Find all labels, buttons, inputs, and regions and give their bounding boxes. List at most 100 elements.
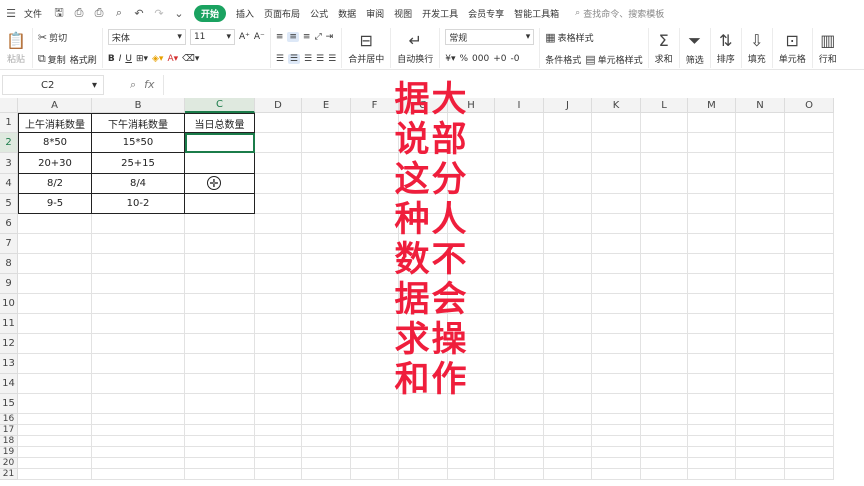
cell-B4[interactable]: 8/4 (92, 174, 185, 194)
column-header-A[interactable]: A (18, 98, 92, 113)
tab-formulas[interactable]: 公式 (310, 7, 328, 20)
cell-I11[interactable] (495, 314, 544, 334)
cell-H17[interactable] (448, 425, 495, 436)
cell-H20[interactable] (448, 458, 495, 469)
cell-H18[interactable] (448, 436, 495, 447)
cell-J3[interactable] (544, 153, 592, 174)
cell-E11[interactable] (302, 314, 351, 334)
cell-N11[interactable] (736, 314, 785, 334)
cell-F2[interactable] (351, 133, 399, 153)
italic-button[interactable]: I (119, 54, 122, 64)
row-header-7[interactable]: 7 (0, 234, 18, 254)
cell-A3[interactable]: 20+30 (18, 153, 92, 174)
cell-C11[interactable] (185, 314, 255, 334)
font-size-select[interactable]: 11 ▾ (189, 29, 235, 45)
zoom-icon[interactable]: ⌕ (130, 78, 136, 92)
column-header-J[interactable]: J (544, 98, 592, 113)
row-header-11[interactable]: 11 (0, 314, 18, 334)
tab-review[interactable]: 审阅 (366, 7, 384, 20)
cell-M14[interactable] (688, 374, 736, 394)
cell-E12[interactable] (302, 334, 351, 354)
cell-E14[interactable] (302, 374, 351, 394)
quick-access-more-icon[interactable]: ⌄ (172, 6, 186, 20)
format-painter-button[interactable]: 格式刷 (70, 53, 97, 66)
cell-K20[interactable] (592, 458, 641, 469)
row-header-9[interactable]: 9 (0, 274, 18, 294)
cell-I7[interactable] (495, 234, 544, 254)
cell-O21[interactable] (785, 469, 834, 480)
cell-D1[interactable] (255, 113, 302, 133)
column-header-K[interactable]: K (592, 98, 641, 113)
row-col-button[interactable]: ▥ 行和 (813, 28, 843, 68)
column-header-L[interactable]: L (641, 98, 688, 113)
cell-F21[interactable] (351, 469, 399, 480)
tab-view[interactable]: 视图 (394, 7, 412, 20)
cell-O4[interactable] (785, 174, 834, 194)
cell-L18[interactable] (641, 436, 688, 447)
cell-O2[interactable] (785, 133, 834, 153)
cell-O3[interactable] (785, 153, 834, 174)
cut-button[interactable]: ✂ 剪切 (38, 31, 67, 44)
cell-F3[interactable] (351, 153, 399, 174)
cell-K11[interactable] (592, 314, 641, 334)
cell-A1[interactable]: 上午消耗数量 (18, 113, 92, 133)
cell-J12[interactable] (544, 334, 592, 354)
cell-I1[interactable] (495, 113, 544, 133)
cell-E20[interactable] (302, 458, 351, 469)
row-header-1[interactable]: 1 (0, 113, 18, 133)
align-left-icon[interactable]: ☰ (276, 54, 284, 64)
cell-C16[interactable] (185, 414, 255, 425)
cell-M13[interactable] (688, 354, 736, 374)
cell-J1[interactable] (544, 113, 592, 133)
cell-D19[interactable] (255, 447, 302, 458)
indent-icon[interactable]: ⇥ (326, 32, 334, 42)
cell-I13[interactable] (495, 354, 544, 374)
column-header-E[interactable]: E (302, 98, 351, 113)
cell-M1[interactable] (688, 113, 736, 133)
cell-M15[interactable] (688, 394, 736, 414)
column-header-M[interactable]: M (688, 98, 736, 113)
cell-J20[interactable] (544, 458, 592, 469)
align-right-icon[interactable]: ☰ (304, 54, 312, 64)
cell-A14[interactable] (18, 374, 92, 394)
cell-G17[interactable] (399, 425, 448, 436)
cell-J10[interactable] (544, 294, 592, 314)
orientation-icon[interactable]: ⤢ (314, 32, 321, 42)
name-box[interactable]: C2 ▾ (2, 75, 104, 95)
cell-D16[interactable] (255, 414, 302, 425)
cell-C18[interactable] (185, 436, 255, 447)
save-icon[interactable]: 🖫 (52, 6, 66, 20)
cell-D13[interactable] (255, 354, 302, 374)
cell-F16[interactable] (351, 414, 399, 425)
cell-E19[interactable] (302, 447, 351, 458)
cell-K4[interactable] (592, 174, 641, 194)
cell-N20[interactable] (736, 458, 785, 469)
cell-F19[interactable] (351, 447, 399, 458)
cell-N18[interactable] (736, 436, 785, 447)
cell-K18[interactable] (592, 436, 641, 447)
cell-C15[interactable] (185, 394, 255, 414)
cell-O1[interactable] (785, 113, 834, 133)
cell-L17[interactable] (641, 425, 688, 436)
decrease-decimal-icon[interactable]: -0 (511, 54, 520, 64)
cell-E7[interactable] (302, 234, 351, 254)
cell-K9[interactable] (592, 274, 641, 294)
cell-M16[interactable] (688, 414, 736, 425)
currency-icon[interactable]: ¥▾ (445, 54, 455, 64)
cell-K6[interactable] (592, 214, 641, 234)
row-header-15[interactable]: 15 (0, 394, 18, 414)
cell-L1[interactable] (641, 113, 688, 133)
paste-button[interactable]: 📋 粘贴 (0, 28, 33, 68)
cell-N19[interactable] (736, 447, 785, 458)
cell-F5[interactable] (351, 194, 399, 214)
row-header-3[interactable]: 3 (0, 153, 18, 174)
merge-center-button[interactable]: ⊟ 合并居中 (342, 28, 392, 68)
row-header-20[interactable]: 20 (0, 458, 18, 469)
cell-J4[interactable] (544, 174, 592, 194)
cell-D18[interactable] (255, 436, 302, 447)
increase-decimal-icon[interactable]: +0 (493, 54, 506, 64)
thousands-icon[interactable]: 000 (472, 54, 489, 64)
cell-I16[interactable] (495, 414, 544, 425)
row-header-18[interactable]: 18 (0, 436, 18, 447)
cell-N6[interactable] (736, 214, 785, 234)
